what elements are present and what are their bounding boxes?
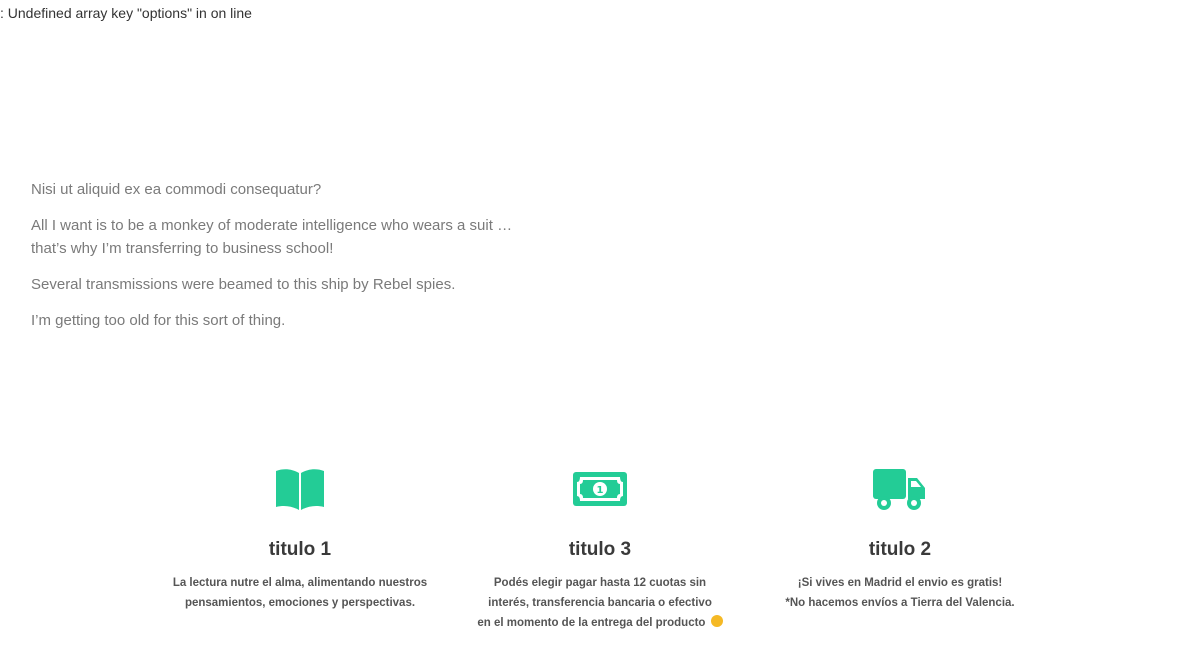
feature-payment-line-3: en el momento de la entrega del producto: [477, 617, 706, 629]
feature-shipping-description: ¡Si vives en Madrid el envio es gratis! …: [755, 573, 1045, 613]
quote-4: I’m getting too old for this sort of thi…: [31, 309, 571, 332]
php-warning-message: : Undefined array key "options" in on li…: [0, 5, 252, 21]
money-bill-icon: 1: [573, 465, 627, 513]
feature-books: titulo 1 La lectura nutre el alma, alime…: [150, 465, 450, 633]
feature-shipping: titulo 2 ¡Si vives en Madrid el envio es…: [750, 465, 1050, 633]
svg-text:1: 1: [597, 485, 604, 496]
feature-payment-description: Podés elegir pagar hasta 12 cuotas sin i…: [455, 573, 745, 633]
smiley-emoji-icon: [710, 615, 723, 627]
open-book-icon: [274, 465, 326, 513]
features-row: titulo 1 La lectura nutre el alma, alime…: [150, 465, 1050, 633]
feature-shipping-title: titulo 2: [868, 539, 932, 560]
feature-books-title: titulo 1: [268, 539, 332, 560]
feature-books-line-2: pensamientos, emociones y perspectivas.: [184, 597, 416, 609]
quotes-block: Nisi ut aliquid ex ea commodi consequatu…: [31, 178, 571, 345]
feature-shipping-line-1: ¡Si vives en Madrid el envio es gratis!: [797, 577, 1003, 589]
feature-shipping-line-2: *No hacemos envíos a Tierra del Valencia…: [785, 597, 1015, 609]
quote-3-text: Several transmissions were beamed to thi…: [31, 276, 456, 293]
feature-books-line-1: La lectura nutre el alma, alimentando nu…: [172, 577, 428, 589]
quote-2-line-2: that’s why I’m transferring to business …: [31, 240, 334, 257]
feature-payment: 1 titulo 3 Podés elegir pagar hasta 12 c…: [450, 465, 750, 633]
quote-2-line-1: All I want is to be a monkey of moderate…: [31, 217, 513, 234]
quote-1-text: Nisi ut aliquid ex ea commodi consequatu…: [31, 181, 322, 198]
quote-3: Several transmissions were beamed to thi…: [31, 273, 571, 296]
feature-payment-title: titulo 3: [568, 539, 632, 560]
feature-books-description: La lectura nutre el alma, alimentando nu…: [155, 573, 445, 613]
quote-1: Nisi ut aliquid ex ea commodi consequatu…: [31, 178, 571, 201]
feature-payment-line-1: Podés elegir pagar hasta 12 cuotas sin: [493, 577, 707, 589]
delivery-truck-icon: [873, 465, 927, 513]
quote-4-text: I’m getting too old for this sort of thi…: [31, 312, 286, 329]
feature-payment-line-2: interés, transferencia bancaria o efecti…: [488, 597, 712, 609]
quote-2: All I want is to be a monkey of moderate…: [31, 214, 571, 260]
